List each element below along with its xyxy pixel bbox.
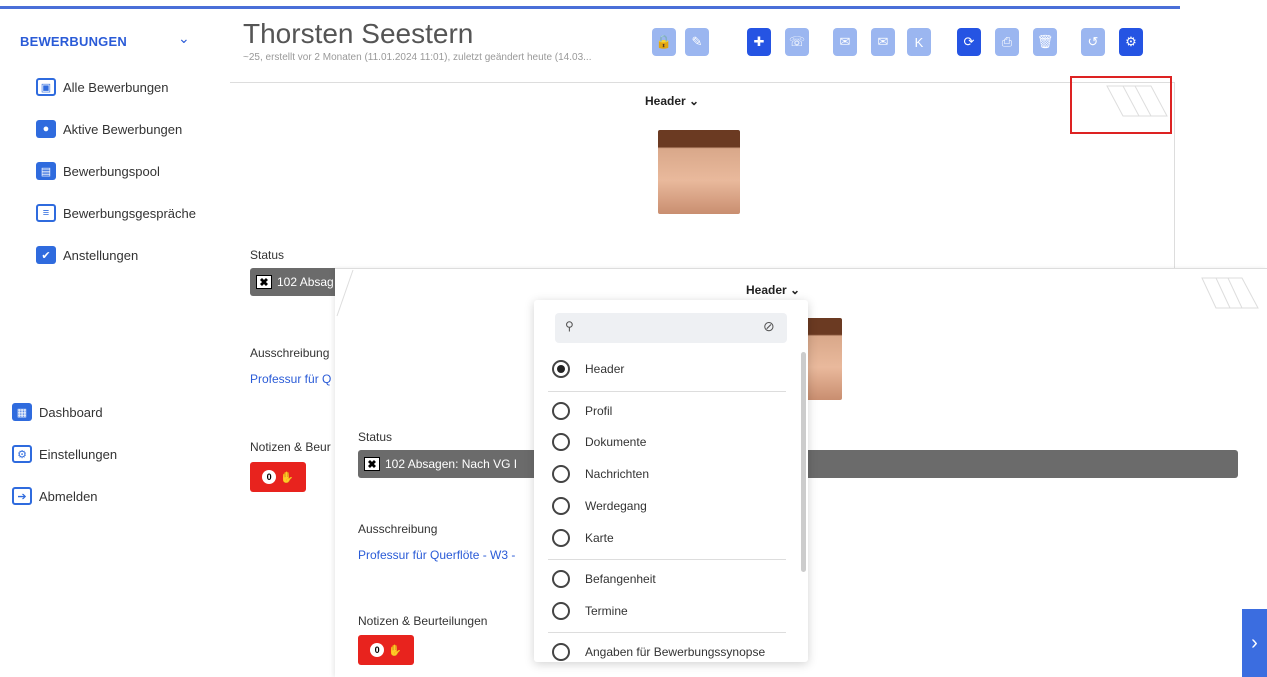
hand-icon: ✋ [280,471,294,484]
divider [548,391,786,392]
sidebar-item-label: Aktive Bewerbungen [63,121,183,137]
drawer-icon: ▤ [36,162,56,180]
tab-header-label[interactable]: Header ⌄ [645,94,699,108]
radio-icon [552,497,570,515]
add-document-icon[interactable]: ✚ [747,28,771,56]
k-icon[interactable]: K [907,28,931,56]
ausschreibung-link[interactable]: Professur für Querflöte - W3 - [358,548,515,562]
highlight-box [1070,76,1172,134]
sidebar-item-einstellungen[interactable]: ⚙ Einstellungen [12,445,117,463]
checkbox-icon: ✔ [36,246,56,264]
refresh-icon[interactable]: ⟳ [957,28,981,56]
sidebar-item-label: Bewerbungspool [63,163,160,179]
chat-list-icon: ≡ [36,204,56,222]
chevron-down-icon[interactable]: ⌄ [178,30,190,47]
settings-gear-icon[interactable]: ⚙ [1119,28,1143,56]
section-dropdown: ⚲ ⊘ Header Profil Dokumente Nachrichten … [534,300,808,662]
dropdown-scrollbar[interactable] [801,352,806,572]
gear-icon: ⚙ [12,445,32,463]
dropdown-option-angaben[interactable]: Angaben für Bewerbungssynopse [552,643,765,661]
history-icon[interactable]: ↺ [1081,28,1105,56]
notes-badge[interactable]: 0 ✋ [358,635,414,665]
dropdown-option-karte[interactable]: Karte [552,529,614,547]
chevron-right-icon[interactable]: › [1242,609,1267,677]
mail-icon[interactable]: ✉ [833,28,857,56]
hand-icon: ✋ [388,644,402,657]
radio-icon [552,570,570,588]
sidebar-item-alle-bewerbungen[interactable]: ▣ Alle Bewerbungen [36,78,169,96]
close-icon: ✖ [256,275,272,289]
folder-tabs-icon[interactable] [1200,276,1262,310]
sidebar-item-label: Abmelden [39,488,98,504]
tab-header-label[interactable]: Header ⌄ [746,283,800,297]
notes-label: Notizen & Beurteilungen [358,614,488,628]
profile-photo [658,130,740,214]
search-icon: ⚲ [565,319,574,333]
dropdown-option-header[interactable]: Header [552,360,624,378]
sidebar-item-aktive-bewerbungen[interactable]: ● Aktive Bewerbungen [36,120,182,138]
dropdown-option-profil[interactable]: Profil [552,402,612,420]
chevron-down-icon: ⌄ [689,94,700,108]
page-title: Thorsten Seestern [243,18,474,49]
ausschreibung-link[interactable]: Professur für Q [250,372,331,386]
sidebar-item-label: Alle Bewerbungen [63,79,169,95]
sidebar-item-dashboard[interactable]: ▦ Dashboard [12,403,103,421]
chevron-down-icon: ⌄ [790,283,801,297]
sidebar-item-bewerbungspool[interactable]: ▤ Bewerbungspool [36,162,160,180]
phone-icon[interactable]: ☏ [785,28,809,56]
id-card-icon: ▣ [36,78,56,96]
dropdown-option-dokumente[interactable]: Dokumente [552,433,646,451]
panel-tab-edge [336,269,354,317]
divider [548,559,786,560]
print-icon[interactable]: ⎙ [995,28,1019,56]
status-label: Status [358,430,393,444]
ausschreibung-label: Ausschreibung [250,346,330,360]
dropdown-option-befangenheit[interactable]: Befangenheit [552,570,656,588]
mail-stack-icon[interactable]: ✉ [871,28,895,56]
radio-selected-icon [552,360,570,378]
dropdown-option-werdegang[interactable]: Werdegang [552,497,647,515]
dashboard-icon: ▦ [12,403,32,421]
radio-icon [552,529,570,547]
logout-icon: ➔ [12,487,32,505]
radio-icon [552,602,570,620]
people-check-icon: ● [36,120,56,138]
pencil-icon[interactable]: ✎ [685,28,709,56]
status-label: Status [250,248,285,262]
dropdown-option-nachrichten[interactable]: Nachrichten [552,465,649,483]
notes-badge[interactable]: 0 ✋ [250,462,306,492]
sidebar-item-label: Anstellungen [63,247,139,263]
page-subtitle: ~25, erstellt vor 2 Monaten (11.01.2024 … [243,52,592,63]
radio-icon [552,433,570,451]
sidebar-item-label: Einstellungen [39,446,118,462]
dropdown-option-termine[interactable]: Termine [552,602,628,620]
dropdown-search-input[interactable]: ⚲ ⊘ [555,313,787,343]
close-icon: ✖ [364,457,380,471]
sidebar-item-abmelden[interactable]: ➔ Abmelden [12,487,98,505]
trash-icon[interactable]: 🗑 [1033,28,1057,56]
ausschreibung-label: Ausschreibung [358,522,438,536]
sidebar-item-label: Bewerbungsgespräche [63,205,196,221]
lock-icon[interactable]: 🔒 [652,28,676,56]
divider [548,632,786,633]
radio-icon [552,643,570,661]
sidebar-item-anstellungen[interactable]: ✔ Anstellungen [36,246,138,264]
status-bar-back[interactable]: ✖ 102 Absag [250,268,340,296]
notes-label: Notizen & Beur [250,440,331,454]
sidebar-item-bewerbungsgespraeche[interactable]: ≡ Bewerbungsgespräche [36,204,196,222]
sidebar-section-title[interactable]: BEWERBUNGEN [20,34,127,49]
clear-icon[interactable]: ⊘ [763,318,775,335]
radio-icon [552,465,570,483]
sidebar-item-label: Dashboard [39,404,103,420]
radio-icon [552,402,570,420]
